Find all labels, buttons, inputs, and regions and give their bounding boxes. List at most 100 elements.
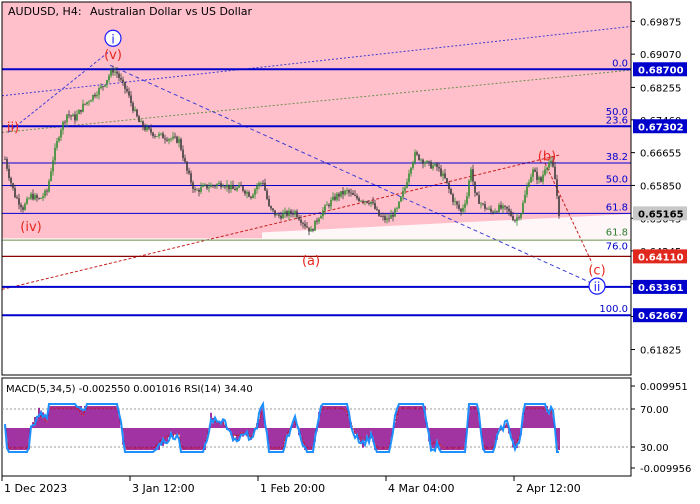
candle-body [506, 206, 508, 209]
candle-body [488, 208, 490, 210]
candle-body [150, 128, 152, 133]
candle-body [466, 196, 468, 204]
candle-body [384, 216, 386, 221]
price-tick-label: 0.68255 [640, 83, 681, 94]
candle-body [404, 187, 406, 191]
candle-body [96, 94, 98, 97]
candle-body [184, 158, 186, 162]
candle-body [122, 79, 124, 82]
candle-body [222, 186, 224, 188]
candle-body [242, 186, 244, 191]
candle-body [216, 184, 218, 187]
candle-body [378, 209, 380, 217]
candle-body [398, 201, 400, 209]
candle-body [486, 208, 488, 210]
candle-body [38, 198, 40, 199]
candle-body [90, 100, 92, 102]
candle-body [224, 186, 226, 188]
candle-body [168, 139, 170, 141]
candle-body [546, 167, 548, 170]
candle-body [120, 77, 122, 80]
candle-body [148, 126, 150, 129]
candle-body [330, 200, 332, 207]
candle-body [88, 101, 90, 103]
price-tick-label: 0.69875 [640, 17, 681, 28]
candle-body [86, 101, 88, 104]
candle-body [250, 196, 252, 198]
candle-body [338, 193, 340, 197]
candle-body [494, 211, 496, 213]
candle-body [276, 214, 278, 216]
candle-body [228, 184, 230, 190]
candle-body [20, 204, 22, 208]
candle-body [342, 191, 344, 195]
candle-body [464, 203, 466, 208]
candle-body [324, 205, 326, 211]
candle-body [252, 194, 254, 198]
candle-body [264, 182, 266, 191]
candle-body [30, 193, 32, 199]
candle-body [448, 182, 450, 189]
candle-body [172, 136, 174, 139]
price-tick-label: 0.69070 [640, 50, 681, 61]
candle-body [492, 211, 494, 213]
candle-body [10, 178, 12, 184]
candle-body [536, 171, 538, 180]
time-tick-label: 4 Mar 04:00 [388, 482, 454, 495]
candle-body [68, 114, 70, 116]
candle-body [152, 132, 154, 136]
zone-layer [2, 2, 631, 239]
candle-body [346, 190, 348, 192]
candle-body [34, 195, 36, 200]
candle-body [238, 185, 240, 188]
candle-body [396, 208, 398, 209]
fib-percent-label: 61.8 [606, 202, 628, 213]
candle-body [190, 173, 192, 183]
candle-body [306, 226, 308, 228]
candle-body [274, 210, 276, 216]
candle-body [498, 204, 500, 212]
candle-body [256, 185, 258, 190]
candle-body [316, 220, 318, 222]
candle-body [304, 223, 306, 227]
fib-percent-label: 50.0 [606, 107, 628, 118]
candle-body [236, 187, 238, 191]
candle-body [144, 127, 146, 131]
candle-body [452, 194, 454, 203]
candle-body [198, 189, 200, 192]
candle-body [248, 192, 250, 197]
candle-body [412, 162, 414, 168]
candle-body [6, 159, 8, 169]
candle-body [424, 162, 426, 164]
wave-label: (a) [302, 254, 320, 269]
candle-body [474, 181, 476, 193]
candle-body [512, 215, 514, 221]
candle-body [220, 183, 222, 188]
candle-body [212, 185, 214, 186]
candle-body [408, 173, 410, 182]
candle-body [92, 94, 94, 101]
candle-body [230, 185, 232, 190]
candle-body [214, 185, 216, 187]
candle-body [98, 88, 100, 95]
candle-body [246, 192, 248, 194]
candle-body [64, 121, 66, 123]
fib-percent-label: 0.0 [612, 58, 628, 69]
candle-body [336, 193, 338, 200]
candle-body [162, 133, 164, 139]
candle-body [72, 114, 74, 117]
indicator-tick-label: 70.00 [640, 405, 669, 416]
time-tick-label: 2 Apr 12:00 [516, 482, 581, 495]
candle-body [480, 203, 482, 205]
candle-body [126, 88, 128, 92]
candle-body [140, 121, 142, 123]
candle-body [286, 211, 288, 216]
price-box-label: 0.68700 [638, 65, 684, 76]
candle-body [40, 197, 42, 199]
candle-body [284, 211, 286, 214]
candle-body [496, 211, 498, 213]
candle-body [418, 154, 420, 161]
candle-body [514, 220, 516, 222]
candle-body [28, 198, 30, 200]
candle-body [556, 179, 558, 196]
